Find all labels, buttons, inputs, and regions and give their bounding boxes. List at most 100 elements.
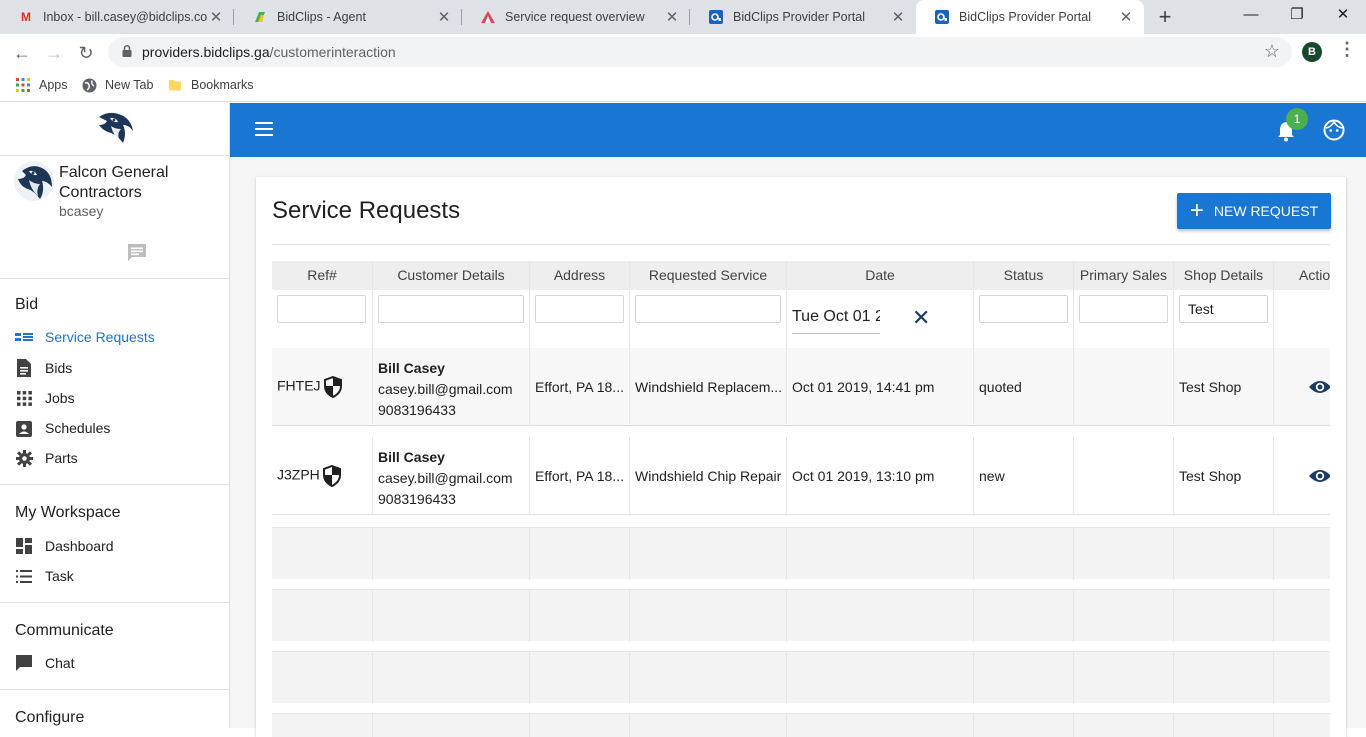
browser-tab-provider-portal[interactable]: BidClips Provider Portal ✕ bbox=[690, 0, 916, 34]
requested-service-cell: Windshield Replacem... bbox=[635, 379, 783, 395]
tab-close-icon[interactable]: ✕ bbox=[208, 8, 224, 26]
apps-icon bbox=[15, 389, 33, 407]
sidebar-item-label: Bids bbox=[45, 360, 73, 376]
tab-close-icon[interactable]: ✕ bbox=[1118, 8, 1134, 26]
customer-phone: 9083196433 bbox=[378, 402, 456, 418]
date-cell: Oct 01 2019, 13:10 pm bbox=[792, 468, 935, 484]
browser-tab-provider-portal-active[interactable]: BidClips Provider Portal ✕ bbox=[916, 0, 1144, 34]
column-header-requested-service[interactable]: Requested Service bbox=[630, 261, 787, 290]
ref-cell: J3ZPH bbox=[277, 465, 342, 487]
sidebar-item-parts[interactable]: Parts bbox=[15, 449, 78, 467]
forward-icon[interactable]: → bbox=[40, 39, 68, 67]
view-eye-icon[interactable] bbox=[1308, 467, 1330, 485]
customer-name: Bill Casey bbox=[378, 449, 445, 465]
sidebar-item-label: Schedules bbox=[45, 420, 111, 436]
primary-sales-filter-input[interactable] bbox=[1079, 295, 1168, 323]
column-header-shop-details[interactable]: Shop Details bbox=[1174, 261, 1274, 290]
column-header-address[interactable]: Address bbox=[530, 261, 630, 290]
card-divider bbox=[272, 244, 1330, 245]
sidebar-divider bbox=[0, 155, 230, 156]
tab-close-icon[interactable]: ✕ bbox=[436, 8, 452, 26]
ref-number: FHTEJ bbox=[277, 377, 321, 394]
org-name: Falcon General Contractors bbox=[59, 164, 169, 201]
status-cell: new bbox=[979, 468, 1005, 484]
minimize-button[interactable]: — bbox=[1228, 0, 1274, 30]
ref-filter-input[interactable] bbox=[277, 295, 366, 323]
main-content: Service Requests + NEW REQUEST Ref# Cust… bbox=[230, 157, 1366, 737]
status-filter-input[interactable] bbox=[979, 295, 1068, 323]
sidebar-item-chat[interactable]: Chat bbox=[15, 654, 75, 672]
address-filter-input[interactable] bbox=[535, 295, 624, 323]
document-icon bbox=[15, 359, 33, 377]
bookmark-folder[interactable]: Bookmarks bbox=[167, 77, 254, 93]
sidebar-item-label: Service Requests bbox=[45, 329, 155, 345]
column-header-date[interactable]: Date bbox=[787, 261, 974, 290]
table-filter-row: Tue Oct 01 2 ✕ bbox=[272, 290, 1330, 348]
org-avatar[interactable] bbox=[14, 161, 54, 201]
date-filter-input[interactable]: Tue Oct 01 2 bbox=[792, 308, 880, 334]
section-title-my-workspace: My Workspace bbox=[15, 504, 121, 521]
bookmark-new-tab[interactable]: New Tab bbox=[81, 77, 153, 93]
bookmark-apps[interactable]: Apps bbox=[15, 77, 68, 93]
url-text: providers.bidclips.ga/customerinteractio… bbox=[142, 44, 396, 60]
date-filter: Tue Oct 01 2 ✕ bbox=[787, 290, 974, 348]
menu-icon[interactable] bbox=[255, 122, 273, 136]
view-eye-icon[interactable] bbox=[1308, 378, 1330, 396]
browser-tab-service-request-overview[interactable]: Service request overview ✕ bbox=[462, 0, 690, 34]
tab-close-icon[interactable]: ✕ bbox=[890, 8, 906, 26]
customer-email: casey.bill@gmail.com bbox=[378, 381, 513, 397]
column-header-actions[interactable]: Actio bbox=[1274, 261, 1330, 290]
tab-close-icon[interactable]: ✕ bbox=[664, 8, 680, 26]
bookmark-label: Bookmarks bbox=[191, 78, 254, 92]
profile-avatar[interactable]: B bbox=[1302, 42, 1322, 62]
service-filter-input[interactable] bbox=[635, 295, 781, 323]
clear-date-icon[interactable]: ✕ bbox=[912, 305, 930, 331]
customer-phone: 9083196433 bbox=[378, 491, 456, 507]
close-window-button[interactable]: ✕ bbox=[1320, 0, 1366, 30]
column-header-customer-details[interactable]: Customer Details bbox=[373, 261, 530, 290]
sidebar-item-label: Jobs bbox=[45, 390, 75, 406]
customer-email: casey.bill@gmail.com bbox=[378, 470, 513, 486]
maximize-button[interactable]: ❐ bbox=[1274, 0, 1320, 30]
customer-filter-input[interactable] bbox=[378, 295, 524, 323]
address-cell: Effort, PA 18... bbox=[535, 468, 624, 484]
browser-tab-gmail[interactable]: M Inbox - bill.casey@bidclips.com ✕ bbox=[0, 0, 234, 34]
browser-tab-strip: M Inbox - bill.casey@bidclips.com ✕ BidC… bbox=[0, 0, 1366, 34]
sidebar-item-dashboard[interactable]: Dashboard bbox=[15, 537, 114, 555]
customer-details: Bill Casey casey.bill@gmail.com 90831964… bbox=[378, 358, 513, 421]
reload-icon[interactable]: ↻ bbox=[72, 39, 100, 67]
sidebar-item-bids[interactable]: Bids bbox=[15, 359, 72, 377]
url-path: /customerinteraction bbox=[269, 44, 396, 60]
column-header-status[interactable]: Status bbox=[974, 261, 1074, 290]
back-icon[interactable]: ← bbox=[8, 39, 36, 67]
shop-filter-input[interactable] bbox=[1179, 295, 1268, 323]
browser-tab-bidclips-agent[interactable]: BidClips - Agent ✕ bbox=[234, 0, 462, 34]
falcon-logo-icon[interactable] bbox=[95, 111, 135, 145]
username: bcasey bbox=[59, 203, 104, 219]
message-icon[interactable] bbox=[126, 242, 148, 262]
account-face-icon[interactable] bbox=[1323, 119, 1345, 141]
contact-card-icon bbox=[15, 419, 33, 437]
column-header-primary-sales[interactable]: Primary Sales bbox=[1074, 261, 1174, 290]
table-row[interactable]: J3ZPH Bill Casey casey.bill@gmail.com 90… bbox=[272, 437, 1330, 515]
new-request-button[interactable]: + NEW REQUEST bbox=[1177, 193, 1331, 229]
sidebar-item-task[interactable]: Task bbox=[15, 567, 74, 585]
address-bar[interactable]: providers.bidclips.ga/customerinteractio… bbox=[108, 37, 1292, 67]
tab-title: BidClips Provider Portal bbox=[733, 10, 865, 24]
sidebar-item-label: Task bbox=[45, 568, 74, 584]
sidebar-item-schedules[interactable]: Schedules bbox=[15, 419, 110, 437]
chat-icon bbox=[15, 654, 33, 672]
empty-table-row bbox=[272, 527, 1330, 580]
gmail-icon: M bbox=[21, 10, 31, 24]
sidebar-item-jobs[interactable]: Jobs bbox=[15, 389, 75, 407]
column-header-ref[interactable]: Ref# bbox=[272, 261, 373, 290]
task-list-icon bbox=[15, 567, 33, 585]
section-title-communicate: Communicate bbox=[15, 622, 114, 639]
sidebar-item-service-requests[interactable]: Service Requests bbox=[15, 328, 155, 346]
sidebar-item-label: Parts bbox=[45, 450, 78, 466]
browser-menu-icon[interactable]: ⋮ bbox=[1338, 39, 1356, 60]
bookmarks-bar: Apps New Tab Bookmarks bbox=[0, 71, 1366, 102]
table-row[interactable]: FHTEJ Bill Casey casey.bill@gmail.com 90… bbox=[272, 348, 1330, 426]
new-tab-button[interactable]: + bbox=[1152, 3, 1178, 31]
bookmark-star-icon[interactable]: ☆ bbox=[1264, 41, 1280, 62]
